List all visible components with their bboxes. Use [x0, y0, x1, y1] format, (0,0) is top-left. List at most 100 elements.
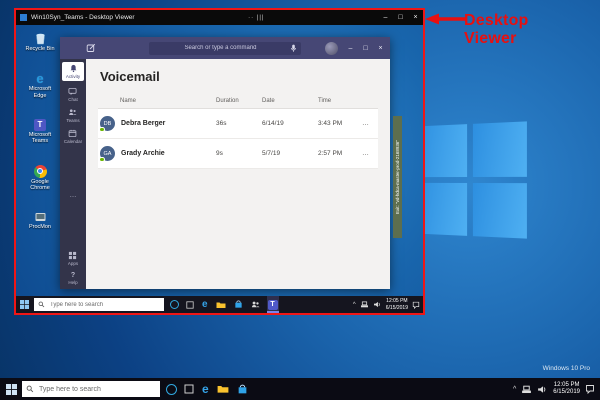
viewer-window-controls: – □ × [378, 14, 423, 21]
logo-pane [418, 124, 467, 177]
column-header-duration: Duration [216, 98, 262, 104]
rail-item-activity[interactable]: Activity [62, 62, 84, 81]
desktop-icon-recycle-bin[interactable]: Recycle Bin [18, 31, 62, 52]
logo-pane [473, 121, 527, 177]
teams-icon: T [34, 119, 46, 131]
hidden-icons-chevron[interactable]: ^ [513, 386, 516, 393]
rail-item-teams[interactable]: Teams [66, 108, 79, 123]
cortana-icon[interactable] [170, 300, 179, 309]
more-apps-icon[interactable]: … [70, 194, 77, 198]
system-tray: ^ 12:05 PM 6/15/2019 [353, 298, 423, 311]
network-icon[interactable] [521, 385, 532, 394]
row-more-icon[interactable]: … [362, 120, 374, 127]
cortana-icon[interactable] [166, 384, 177, 395]
bell-icon [69, 64, 78, 73]
taskbar-clock[interactable]: 12:05 PM 6/15/2019 [386, 298, 408, 311]
task-view-button[interactable] [185, 296, 195, 313]
search-icon [26, 385, 34, 393]
session-exit-ribbon[interactable]: Exit: "vd-hdca-master-prod-2168936" [393, 116, 402, 238]
taskbar-file-explorer[interactable] [215, 296, 227, 313]
taskbar-people[interactable] [250, 296, 261, 313]
presence-available-icon [99, 127, 105, 133]
windows-start-icon [20, 300, 29, 309]
taskbar-store[interactable] [233, 296, 244, 313]
desktop-icons: Recycle Bin e Microsoft Edge T Microsoft… [18, 31, 62, 231]
avatar: DB [100, 116, 115, 131]
close-button[interactable]: × [408, 14, 423, 21]
maximize-button[interactable]: □ [358, 45, 373, 52]
taskbar-file-explorer[interactable] [216, 378, 230, 400]
windows-edition-watermark: Windows 10 Pro [543, 365, 590, 372]
windows-start-icon [6, 384, 17, 395]
caller-name: Grady Archie [121, 150, 165, 157]
volume-icon[interactable] [537, 385, 548, 394]
taskbar-search-input[interactable] [37, 385, 156, 394]
network-icon[interactable] [360, 301, 369, 308]
voicemail-table-header: Name Duration Date Time [98, 98, 378, 109]
task-view-icon [186, 301, 194, 309]
taskbar-store[interactable] [236, 378, 249, 400]
caller-name: Debra Berger [121, 120, 165, 127]
time-cell: 3:43 PM [318, 120, 362, 127]
teams-titlebar[interactable]: – □ × [60, 37, 390, 59]
windows-wallpaper-logo [418, 121, 527, 238]
taskbar-teams-active[interactable]: T [267, 296, 279, 313]
hidden-icons-chevron[interactable]: ^ [353, 302, 356, 308]
taskbar-edge[interactable]: e [201, 296, 209, 313]
teams-body: Activity Chat Teams Calendar [60, 59, 390, 289]
rail-item-help[interactable]: ? Help [68, 272, 77, 285]
start-button[interactable] [6, 384, 17, 395]
teams-search-input[interactable] [152, 44, 289, 52]
folder-icon [216, 301, 226, 309]
recycle-bin-icon [34, 31, 47, 45]
page-title: Voicemail [100, 69, 378, 84]
edge-icon: e [202, 300, 208, 310]
time-cell: 2:57 PM [318, 150, 362, 157]
desktop-icon-procmon[interactable]: ProcMon [18, 211, 62, 230]
viewer-titlebar[interactable]: Win10Syn_Teams - Desktop Viewer ·· ||| –… [16, 10, 423, 25]
task-view-button[interactable] [183, 378, 195, 400]
inner-taskbar: e T ^ 12:05 PM [16, 296, 423, 313]
procmon-icon [34, 211, 47, 223]
outer-desktop: Windows 10 Pro Win10Syn_Teams - Desktop … [0, 0, 600, 400]
maximize-button[interactable]: □ [393, 14, 408, 21]
rail-item-apps[interactable]: Apps [68, 251, 78, 266]
viewer-toolbar-grip-icon[interactable]: ·· ||| [248, 15, 264, 21]
column-header-name: Name [98, 98, 216, 104]
rail-item-calendar[interactable]: Calendar [64, 129, 82, 144]
compose-icon[interactable] [86, 43, 96, 53]
desktop-icon-microsoft-edge[interactable]: e Microsoft Edge [18, 72, 62, 99]
voicemail-row[interactable]: DB Debra Berger 36s 6/14/19 3:43 PM … [98, 109, 378, 139]
logo-pane [473, 183, 527, 239]
desktop-icon-microsoft-teams[interactable]: T Microsoft Teams [18, 119, 62, 145]
avatar: GA [100, 146, 115, 161]
annotation-arrow-icon [424, 11, 468, 27]
teams-left-rail: Activity Chat Teams Calendar [60, 59, 86, 289]
user-avatar[interactable] [325, 42, 338, 55]
desktop-viewer-window: Win10Syn_Teams - Desktop Viewer ·· ||| –… [14, 8, 425, 315]
action-center-icon[interactable] [585, 384, 595, 394]
edge-icon: e [202, 384, 209, 394]
desktop-icon-google-chrome[interactable]: Google Chrome [18, 165, 62, 192]
duration-cell: 36s [216, 120, 262, 127]
rail-item-chat[interactable]: Chat [68, 87, 78, 102]
volume-icon[interactable] [373, 301, 382, 308]
minimize-button[interactable]: – [378, 14, 393, 21]
close-button[interactable]: × [373, 45, 388, 52]
presence-available-icon [99, 157, 105, 163]
start-button[interactable] [20, 300, 29, 309]
minimize-button[interactable]: – [343, 45, 358, 52]
voicemail-row[interactable]: GA Grady Archie 9s 5/7/19 2:57 PM … [98, 139, 378, 169]
action-center-icon[interactable] [412, 301, 420, 309]
chrome-icon [34, 165, 47, 178]
taskbar-search-input[interactable] [48, 301, 160, 309]
row-more-icon[interactable]: … [362, 150, 374, 157]
taskbar-clock[interactable]: 12:05 PM 6/15/2019 [553, 382, 580, 397]
mic-icon[interactable] [289, 44, 298, 53]
chat-icon [68, 87, 77, 96]
search-icon [38, 301, 45, 308]
taskbar-edge[interactable]: e [201, 378, 210, 400]
outer-taskbar: e ^ 12:05 PM 6/15/2019 [0, 378, 600, 400]
voicemail-panel: Voicemail Name Duration Date Time DB [86, 59, 390, 289]
store-icon [237, 384, 248, 395]
